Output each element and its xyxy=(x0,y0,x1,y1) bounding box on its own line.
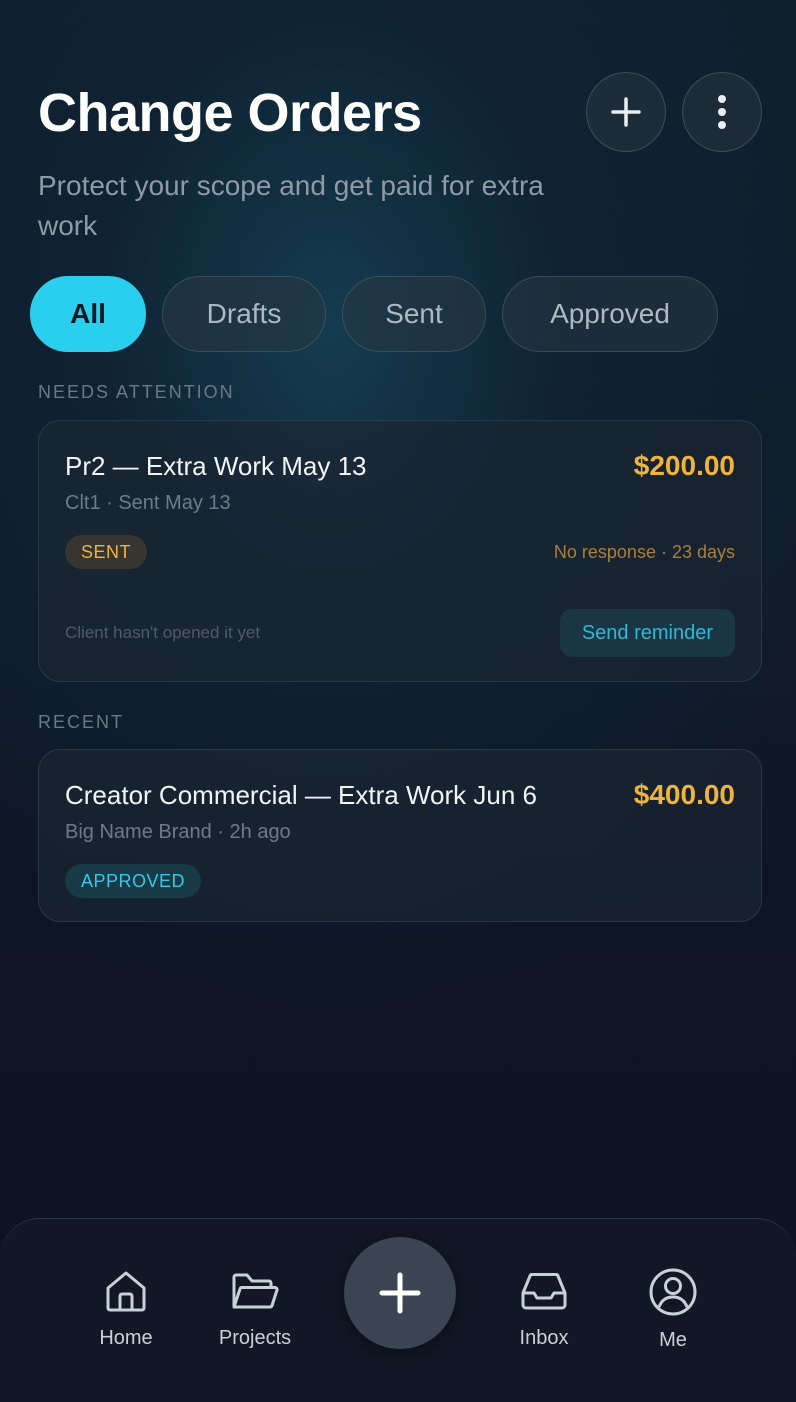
change-order-card[interactable]: Pr2 — Extra Work May 13 $200.00 Clt1 · S… xyxy=(38,420,762,682)
status-badge: APPROVED xyxy=(65,864,202,898)
vertical-dots-icon xyxy=(718,95,726,129)
page-subtitle: Protect your scope and get paid for extr… xyxy=(38,170,544,241)
tab-label: Sent xyxy=(385,298,443,329)
tab-label: All xyxy=(70,298,106,329)
nav-item-projects[interactable]: Projects xyxy=(190,1267,320,1350)
folder-icon xyxy=(232,1273,279,1309)
plus-icon xyxy=(379,1272,421,1314)
card-title: Pr2 — Extra Work May 13 xyxy=(65,451,367,481)
tab-all[interactable]: All xyxy=(30,276,146,352)
tab-sent[interactable]: Sent xyxy=(342,276,486,352)
response-status: No response · 23 days xyxy=(553,542,735,562)
nav-label: Projects xyxy=(218,1327,292,1349)
card-meta: Big Name Brand · 2h ago xyxy=(65,821,291,843)
nav-label: Me xyxy=(659,1329,687,1351)
nav-item-home[interactable]: Home xyxy=(61,1267,191,1350)
user-icon xyxy=(649,1268,697,1316)
tab-label: Drafts xyxy=(206,298,282,329)
home-icon xyxy=(106,1271,146,1312)
add-change-order-button[interactable] xyxy=(586,72,666,152)
status-badge: SENT xyxy=(65,535,148,569)
card-amount: $400.00 xyxy=(633,779,735,810)
nav-item-inbox[interactable]: Inbox xyxy=(479,1267,609,1350)
nav-label: Inbox xyxy=(519,1327,569,1349)
plus-icon xyxy=(611,97,641,127)
card-hint: Client hasn't opened it yet xyxy=(65,623,261,642)
send-reminder-button[interactable]: Send reminder xyxy=(559,609,735,657)
card-meta: Clt1 · Sent May 13 xyxy=(65,492,231,514)
more-options-button[interactable] xyxy=(682,72,762,152)
inbox-icon xyxy=(521,1273,567,1310)
change-orders-screen: Change Orders Protect your scope and get… xyxy=(0,0,796,1402)
section-label-needs-attention: NEEDS ATTENTION xyxy=(38,382,235,402)
card-title: Creator Commercial — Extra Work Jun 6 xyxy=(65,780,537,810)
change-order-card[interactable]: Creator Commercial — Extra Work Jun 6 $4… xyxy=(38,749,762,922)
nav-item-me[interactable]: Me xyxy=(608,1267,738,1352)
card-amount: $200.00 xyxy=(633,450,735,481)
section-label-recent: RECENT xyxy=(38,712,125,732)
tab-drafts[interactable]: Drafts xyxy=(162,276,326,352)
nav-label: Home xyxy=(99,1327,153,1349)
create-fab-button[interactable] xyxy=(344,1237,456,1349)
bottom-navigation: Home Projects Inbox Me xyxy=(0,1218,796,1402)
page-title: Change Orders xyxy=(38,83,422,143)
tab-label: Approved xyxy=(550,298,670,329)
tab-approved[interactable]: Approved xyxy=(502,276,718,352)
